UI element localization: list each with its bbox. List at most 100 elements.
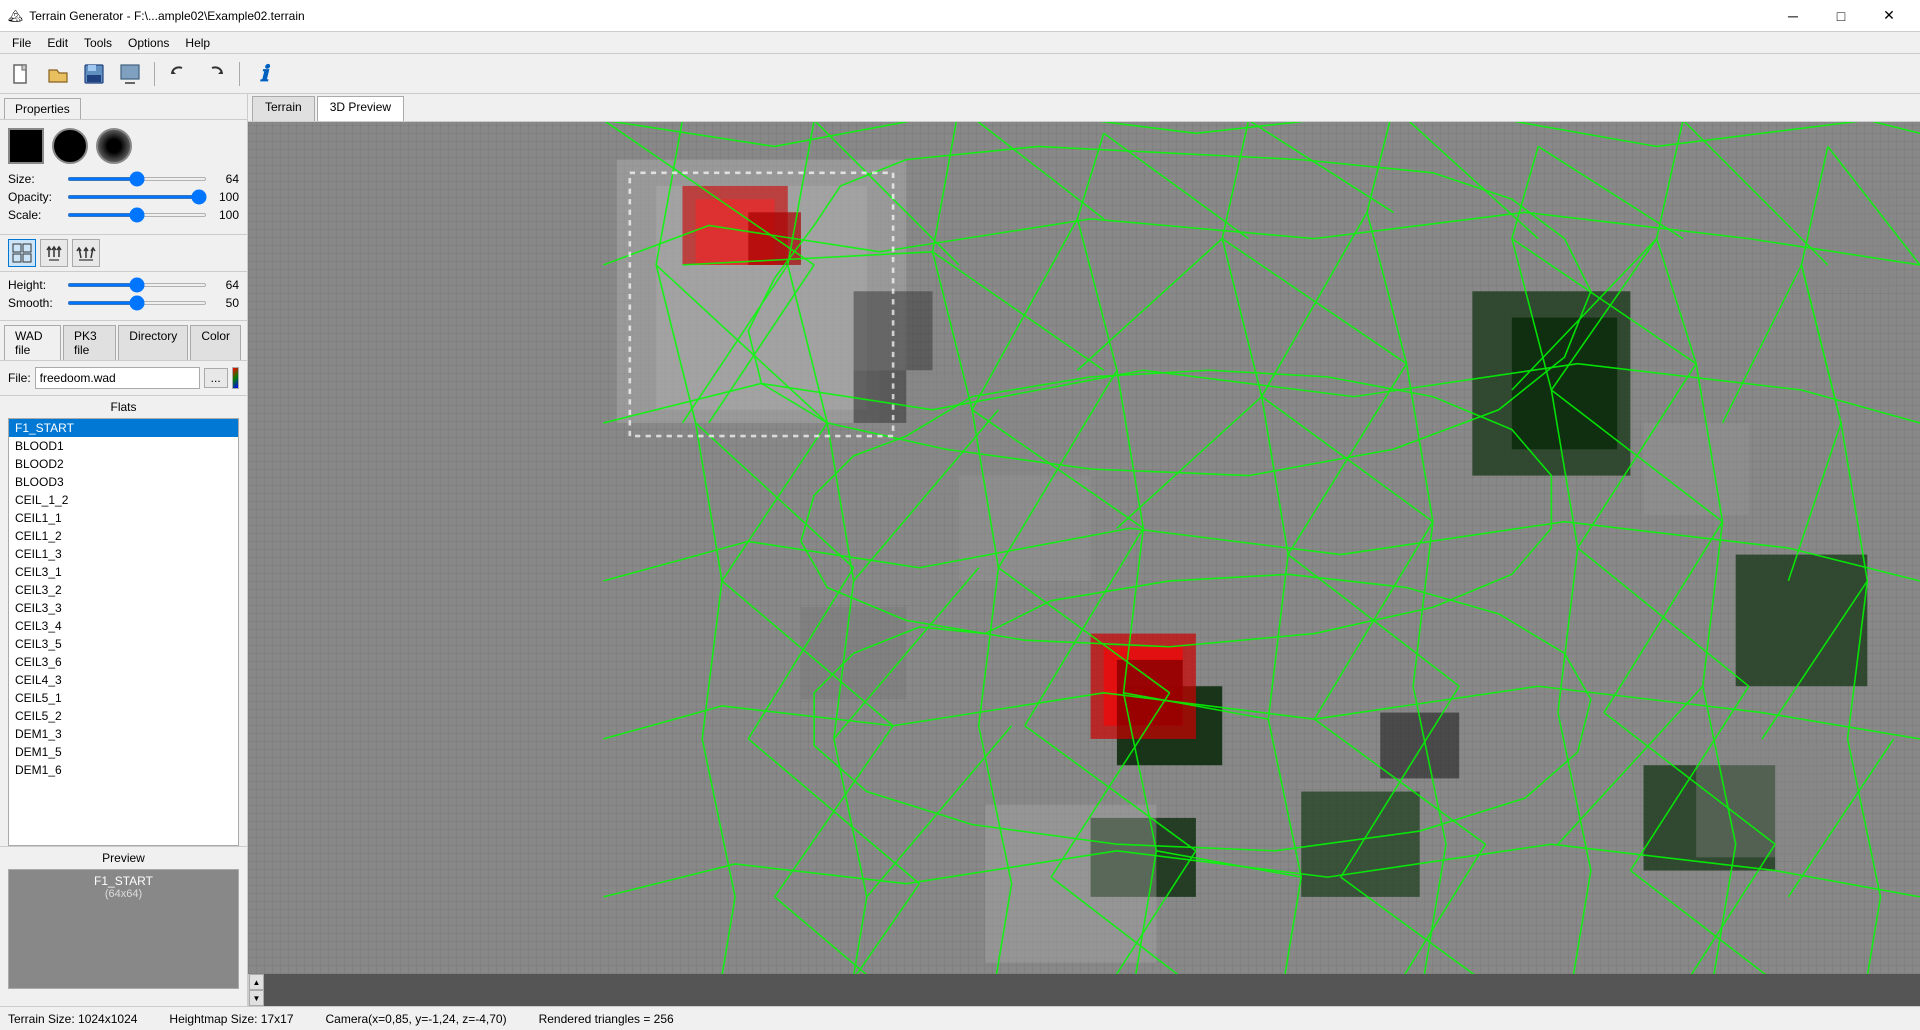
- flat-item[interactable]: CEIL3_3: [9, 599, 238, 617]
- titlebar: 🏔 Terrain Generator - F:\...ample02\Exam…: [0, 0, 1920, 32]
- triangles-status: Rendered triangles = 256: [539, 1012, 674, 1026]
- scale-slider[interactable]: [67, 213, 207, 217]
- flats-list[interactable]: F1_STARTBLOOD1BLOOD2BLOOD3CEIL_1_2CEIL1_…: [8, 418, 239, 846]
- properties-tab[interactable]: Properties: [4, 98, 81, 119]
- flat-item[interactable]: BLOOD3: [9, 473, 238, 491]
- menu-options[interactable]: Options: [120, 34, 177, 52]
- flat-item[interactable]: CEIL3_6: [9, 653, 238, 671]
- menu-file[interactable]: File: [4, 34, 39, 52]
- scroll-down-arrow[interactable]: ▼: [249, 990, 264, 1006]
- flat-item[interactable]: CEIL5_1: [9, 689, 238, 707]
- flat-item[interactable]: CEIL3_1: [9, 563, 238, 581]
- flat-item[interactable]: DEM1_6: [9, 761, 238, 779]
- menu-tools[interactable]: Tools: [76, 34, 120, 52]
- new-button[interactable]: [6, 58, 38, 90]
- menu-edit[interactable]: Edit: [39, 34, 76, 52]
- viewport: Terrain 3D Preview: [248, 94, 1920, 1006]
- scroll-up-arrow[interactable]: ▲: [249, 974, 264, 990]
- flat-item[interactable]: BLOOD2: [9, 455, 238, 473]
- preview-name: F1_START: [94, 874, 153, 888]
- smooth-value: 50: [211, 296, 239, 310]
- size-label: Size:: [8, 172, 63, 186]
- wad-file-tab[interactable]: WAD file: [4, 325, 61, 360]
- size-slider-row: Size: 64: [8, 172, 239, 186]
- opacity-slider[interactable]: [67, 195, 207, 199]
- close-button[interactable]: ✕: [1866, 0, 1912, 32]
- color-tab[interactable]: Color: [190, 325, 241, 360]
- flat-item[interactable]: BLOOD1: [9, 437, 238, 455]
- flat-item[interactable]: DEM1_5: [9, 743, 238, 761]
- brush-circle-gray[interactable]: [96, 128, 132, 164]
- terrain-tab[interactable]: Terrain: [252, 96, 315, 121]
- flat-item[interactable]: CEIL1_3: [9, 545, 238, 563]
- flat-item[interactable]: CEIL3_4: [9, 617, 238, 635]
- brush-row: [8, 128, 239, 164]
- brush-pattern-up[interactable]: [40, 239, 68, 267]
- smooth-slider-row: Smooth: 50: [8, 296, 239, 310]
- preview-header: Preview: [8, 851, 239, 865]
- right-scrollbar[interactable]: ▲ ▼: [248, 974, 264, 1006]
- brush-pattern-scatter[interactable]: [72, 239, 100, 267]
- viewport-tabs: Terrain 3D Preview: [248, 94, 1920, 122]
- brush-patterns: [0, 235, 247, 272]
- height-slider[interactable]: [67, 283, 207, 287]
- terrain-grid-svg: [248, 122, 1920, 974]
- height-section: Height: 64 Smooth: 50: [0, 272, 247, 321]
- flats-header: Flats: [0, 396, 247, 418]
- undo-button[interactable]: [163, 58, 195, 90]
- preview-section: Preview F1_START (64x64): [0, 846, 247, 1006]
- flat-item[interactable]: CEIL4_3: [9, 671, 238, 689]
- window-title: Terrain Generator - F:\...ample02\Exampl…: [29, 9, 304, 23]
- terrain-canvas[interactable]: [248, 122, 1920, 974]
- size-slider[interactable]: [67, 177, 207, 181]
- browse-button[interactable]: ...: [204, 368, 228, 388]
- menu-help[interactable]: Help: [177, 34, 218, 52]
- titlebar-left: 🏔 Terrain Generator - F:\...ample02\Exam…: [8, 9, 305, 23]
- flat-item[interactable]: CEIL5_2: [9, 707, 238, 725]
- flat-item[interactable]: CEIL3_2: [9, 581, 238, 599]
- flat-item[interactable]: CEIL1_2: [9, 527, 238, 545]
- pk3-file-tab[interactable]: PK3 file: [63, 325, 116, 360]
- brush-square-black[interactable]: [8, 128, 44, 164]
- main-layout: Properties Size: 64 Opacity: 100 Scale:: [0, 94, 1920, 1006]
- toolbar-sep-1: [154, 62, 155, 86]
- opacity-slider-row: Opacity: 100: [8, 190, 239, 204]
- directory-tab[interactable]: Directory: [118, 325, 188, 360]
- file-row: File: ...: [8, 367, 239, 389]
- flat-item[interactable]: DEM1_3: [9, 725, 238, 743]
- wad-section: File: ...: [0, 361, 247, 396]
- smooth-slider[interactable]: [67, 301, 207, 305]
- size-value: 64: [211, 172, 239, 186]
- wad-tabs: WAD file PK3 file Directory Color: [0, 321, 247, 361]
- opacity-value: 100: [211, 190, 239, 204]
- minimize-button[interactable]: ─: [1770, 0, 1816, 32]
- scale-slider-row: Scale: 100: [8, 208, 239, 222]
- menubar: File Edit Tools Options Help: [0, 32, 1920, 54]
- flats-section: Flats F1_STARTBLOOD1BLOOD2BLOOD3CEIL_1_2…: [0, 396, 247, 846]
- height-slider-row: Height: 64: [8, 278, 239, 292]
- file-input[interactable]: [35, 367, 200, 389]
- terrain-size-status: Terrain Size: 1024x1024: [8, 1012, 137, 1026]
- camera-status: Camera(x=0,85, y=-1,24, z=-4,70): [326, 1012, 507, 1026]
- export-button[interactable]: [114, 58, 146, 90]
- smooth-label: Smooth:: [8, 296, 63, 310]
- open-button[interactable]: [42, 58, 74, 90]
- toolbar: ℹ: [0, 54, 1920, 94]
- save-button[interactable]: [78, 58, 110, 90]
- statusbar: Terrain Size: 1024x1024 Heightmap Size: …: [0, 1006, 1920, 1030]
- info-button[interactable]: ℹ: [248, 58, 280, 90]
- flat-item[interactable]: F1_START: [9, 419, 238, 437]
- flat-item[interactable]: CEIL1_1: [9, 509, 238, 527]
- brush-pattern-grid[interactable]: [8, 239, 36, 267]
- maximize-button[interactable]: □: [1818, 0, 1864, 32]
- brush-circle-black[interactable]: [52, 128, 88, 164]
- preview-box: F1_START (64x64): [8, 869, 239, 989]
- 3d-preview-tab[interactable]: 3D Preview: [317, 96, 404, 121]
- left-panel: Properties Size: 64 Opacity: 100 Scale:: [0, 94, 248, 1006]
- toolbar-sep-2: [239, 62, 240, 86]
- flat-item[interactable]: CEIL3_5: [9, 635, 238, 653]
- color-picker-button[interactable]: [232, 367, 239, 389]
- flat-item[interactable]: CEIL_1_2: [9, 491, 238, 509]
- redo-button[interactable]: [199, 58, 231, 90]
- brush-section: Size: 64 Opacity: 100 Scale: 100: [0, 120, 247, 235]
